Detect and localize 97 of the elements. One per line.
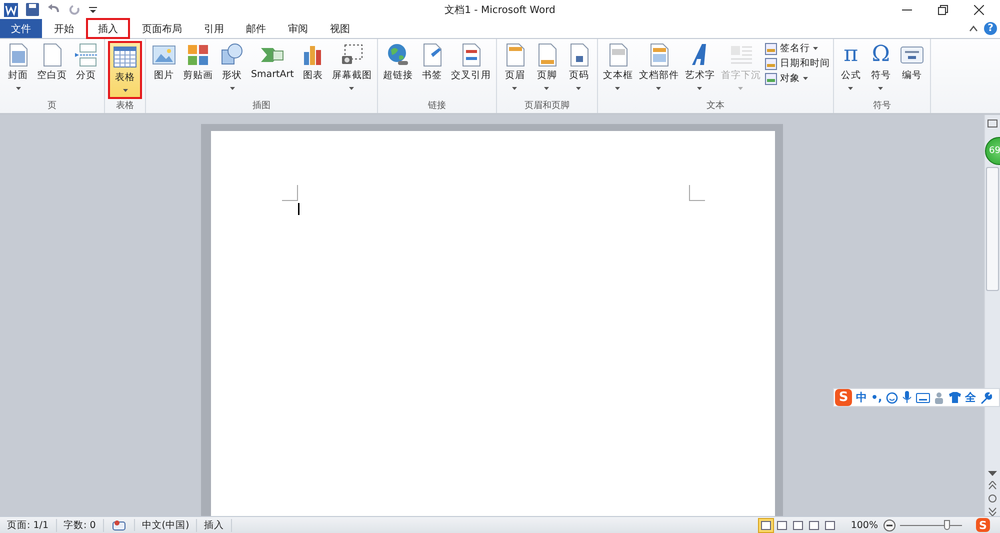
ribbon-button[interactable]: 表格	[108, 41, 142, 99]
page-break-icon	[73, 42, 99, 68]
caret-icon	[812, 47, 818, 50]
previous-page-icon[interactable]	[988, 481, 997, 490]
ribbon-button[interactable]: 文档部件	[636, 41, 681, 99]
caret-icon	[122, 89, 128, 92]
ribbon-button[interactable]: SmartArt	[249, 41, 296, 99]
emoji-icon[interactable]	[886, 392, 898, 404]
window-title: 文档1 - Microsoft Word	[444, 4, 556, 16]
scroll-down-icon[interactable]	[988, 471, 997, 477]
ribbon-button[interactable]: 空白页	[35, 41, 69, 99]
ribbon-button[interactable]: 图片	[149, 41, 179, 99]
zoom-level[interactable]: 100%	[850, 520, 878, 530]
ribbon-button[interactable]: 页脚	[532, 41, 562, 99]
ribbon-button[interactable]: 文本框	[600, 41, 635, 99]
next-page-icon[interactable]	[988, 507, 997, 516]
clip-art-icon	[185, 42, 211, 68]
margin-corner-mark	[282, 185, 298, 201]
ribbon-button[interactable]: 剪贴画	[181, 41, 215, 99]
margin-corner-mark	[689, 185, 705, 201]
microphone-icon[interactable]	[902, 391, 912, 404]
object-icon	[764, 72, 777, 84]
keyboard-icon[interactable]	[916, 392, 930, 402]
ribbon-button[interactable]: Ω 符号	[866, 41, 895, 99]
ribbon-button[interactable]: π 公式	[836, 41, 865, 99]
ribbon-button[interactable]: 形状	[217, 41, 247, 99]
caret-icon	[349, 87, 354, 90]
status-item[interactable]: 中文(中国)	[134, 518, 198, 532]
group-label: 表格	[115, 100, 135, 113]
caret-icon	[576, 87, 582, 90]
caret-icon	[802, 77, 808, 80]
width-toggle[interactable]: 全	[965, 390, 976, 405]
status-item[interactable]: 字数: 0	[56, 518, 104, 532]
zoom-out-icon[interactable]	[883, 518, 896, 532]
group-label: 文本	[705, 100, 726, 113]
shirt-icon[interactable]	[949, 392, 962, 403]
ribbon-button[interactable]: 编号	[896, 41, 927, 99]
status-item[interactable]: 插入	[197, 518, 232, 532]
ribbon-small-button[interactable]: 对象	[764, 72, 830, 85]
table-icon	[112, 44, 138, 70]
ruler-toggle-icon[interactable]	[987, 118, 998, 129]
ribbon-tab[interactable]: 页面布局	[132, 20, 192, 38]
ribbon-tab[interactable]: 邮件	[236, 20, 276, 38]
ribbon-button[interactable]: 屏幕截图	[330, 41, 374, 99]
group-label: 链接	[426, 100, 447, 113]
ribbon-tab[interactable]: 开始	[44, 20, 84, 38]
caret-icon	[878, 87, 884, 90]
ribbon-small-button[interactable]: 签名行	[764, 42, 830, 55]
wrench-icon[interactable]	[980, 392, 992, 404]
group-label: 页	[46, 100, 58, 113]
caret-icon	[16, 87, 20, 90]
symbol-icon: Ω	[872, 42, 890, 68]
ribbon-tab[interactable]: 引用	[194, 20, 234, 38]
save-icon[interactable]	[26, 3, 39, 16]
collapse-ribbon-icon[interactable]	[969, 25, 978, 32]
group-label: 符号	[872, 100, 892, 113]
equation-icon: π	[844, 42, 858, 68]
vertical-scrollbar[interactable]	[984, 115, 1000, 516]
help-button[interactable]: ?	[984, 22, 997, 35]
caret-icon	[512, 87, 518, 90]
ribbon-button[interactable]: 图表	[298, 41, 328, 99]
caret-icon	[738, 87, 744, 90]
text-cursor	[298, 203, 301, 215]
zoom-slider-thumb[interactable]	[944, 520, 950, 530]
ribbon-tab[interactable]: 审阅	[278, 20, 318, 38]
ribbon-button[interactable]: 书签	[416, 41, 447, 99]
ribbon-tab[interactable]: 插入	[86, 18, 130, 39]
scrollbar-thumb[interactable]	[986, 167, 999, 291]
ribbon-button[interactable]: 页码	[564, 41, 594, 99]
ribbon-button[interactable]: 页眉	[500, 41, 530, 99]
customize-caret-icon[interactable]	[89, 6, 97, 14]
restore-icon[interactable]	[938, 4, 948, 14]
file-tab[interactable]: 文件	[0, 19, 42, 38]
caret-icon	[615, 87, 620, 90]
input-mode-toggle[interactable]: 中	[856, 390, 867, 405]
ribbon-button[interactable]: 超链接	[380, 41, 415, 99]
ribbon-small-button[interactable]: 日期和时间	[764, 57, 830, 70]
ribbon-button[interactable]: 交叉引用	[448, 41, 493, 99]
ribbon-button[interactable]: 分页	[71, 41, 101, 99]
ribbon-tab[interactable]: 视图	[320, 20, 360, 38]
caret-icon	[544, 87, 550, 90]
browse-object-icon[interactable]	[988, 494, 997, 503]
caret-icon	[656, 87, 662, 90]
signature-icon	[764, 42, 777, 54]
calendar-icon	[764, 58, 777, 70]
caret-icon	[697, 87, 702, 90]
punctuation-toggle[interactable]: •,	[871, 391, 882, 404]
group-label: 页眉和页脚	[523, 100, 570, 113]
status-item[interactable]: 页面: 1/1	[0, 518, 57, 532]
caret-icon	[848, 87, 854, 90]
word-logo-icon[interactable]	[4, 2, 18, 16]
group-label: 插图	[251, 100, 272, 113]
ribbon-button[interactable]: 艺术字	[682, 41, 717, 99]
close-icon[interactable]	[974, 4, 984, 14]
zoom-slider[interactable]	[900, 519, 962, 531]
caret-icon	[230, 87, 234, 90]
ribbon-button[interactable]: 封面	[3, 41, 33, 99]
